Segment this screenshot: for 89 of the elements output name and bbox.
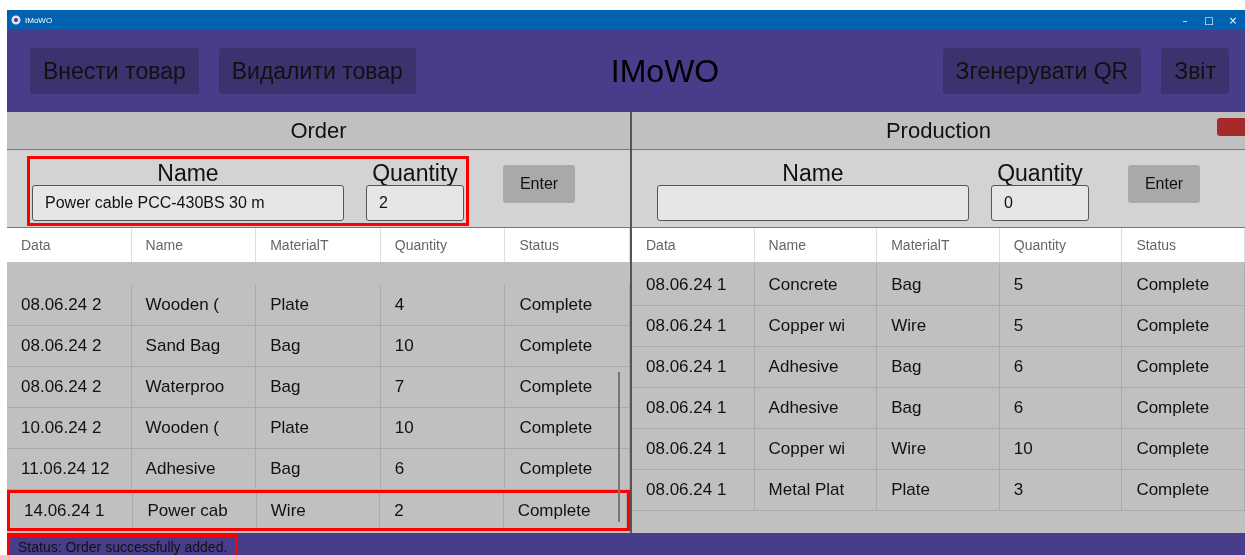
table-cell: 08.06.24 1 xyxy=(632,306,755,346)
table-cell: 08.06.24 1 xyxy=(632,347,755,387)
table-cell: Concrete xyxy=(754,265,878,305)
table-cell: 6 xyxy=(380,449,506,489)
window-control[interactable]: □ xyxy=(1197,14,1221,26)
table-cell: Complete xyxy=(1122,306,1245,346)
table-cell: Sand Bag xyxy=(131,326,257,366)
table-cell: Complete xyxy=(1122,470,1245,510)
table-cell: Copper wi xyxy=(754,429,878,469)
table-cell: Bag xyxy=(256,449,381,489)
table-row[interactable]: 08.06.24 1 Adhesive Bag 6 Complete xyxy=(632,388,1245,429)
table-row[interactable]: 08.06.24 1 Adhesive Bag 6 Complete xyxy=(632,347,1245,388)
field-label: Name xyxy=(157,160,219,185)
table-row[interactable]: 08.06.24 1 Concrete Bag 5 Complete xyxy=(632,265,1245,306)
table-cell: Bag xyxy=(877,388,1000,428)
table-cell: Complete xyxy=(505,326,630,366)
table-cell: 08.06.24 1 xyxy=(632,429,755,469)
table-cell: Bag xyxy=(877,265,1000,305)
table-cell: Adhesive xyxy=(754,347,878,387)
table-cell: 08.06.24 2 xyxy=(7,367,132,407)
table-cell: Bag xyxy=(256,367,381,407)
table-cell: 7 xyxy=(380,367,506,407)
table-cell: 08.06.24 2 xyxy=(7,285,132,325)
table-cell: 08.06.24 1 xyxy=(632,265,755,305)
table-cell: Complete xyxy=(505,285,630,325)
table-cell: Complete xyxy=(1122,347,1245,387)
table-cell: 6 xyxy=(999,388,1123,428)
table-cell: 08.06.24 1 xyxy=(632,470,755,510)
table-cell: Wire xyxy=(256,493,381,528)
panel-title: Order xyxy=(290,117,347,144)
table-cell: 10 xyxy=(380,326,506,366)
app-icon xyxy=(11,15,21,25)
table-row[interactable]: 08.06.24 1 Metal Plat Plate 3 Complete xyxy=(632,470,1245,511)
window-control[interactable]: – xyxy=(1173,14,1197,26)
table-cell: 08.06.24 2 xyxy=(7,326,132,366)
table-cell: 5 xyxy=(999,306,1123,346)
table-row[interactable]: 08.06.24 2 Waterproo Bag 7 Complete xyxy=(7,367,630,408)
table-cell: Wooden ( xyxy=(131,285,257,325)
table-row[interactable]: 14.06.24 1 Power cab Wire 2 Complete xyxy=(7,490,630,531)
table-row[interactable]: 08.06.24 2 Sand Bag Bag 10 Complete xyxy=(7,326,630,367)
panel-title: Production xyxy=(885,117,992,144)
table-cell: 08.06.24 1 xyxy=(632,388,755,428)
table-cell: 14.06.24 1 xyxy=(10,493,134,528)
table-cell: 10.06.24 2 xyxy=(7,408,132,448)
window-control[interactable]: × xyxy=(1221,14,1245,26)
table-cell: Adhesive xyxy=(131,449,257,489)
table-cell: Adhesive xyxy=(754,388,878,428)
table-cell: Copper wi xyxy=(754,306,878,346)
table-cell: Metal Plat xyxy=(754,470,878,510)
table-row[interactable]: 11.06.24 12 Adhesive Bag 6 Complete xyxy=(7,449,630,490)
window-title: IMoWO xyxy=(25,15,53,25)
field-label: Quantity xyxy=(997,160,1083,185)
table-row[interactable]: 08.06.24 1 Copper wi Wire 5 Complete xyxy=(632,306,1245,347)
table-cell: Complete xyxy=(1122,265,1245,305)
quantity-field[interactable]: 2 xyxy=(366,184,464,221)
table-cell: 5 xyxy=(999,265,1123,305)
table-cell: Bag xyxy=(877,347,1000,387)
table-cell: Plate xyxy=(256,408,381,448)
table-cell: Complete xyxy=(1122,388,1245,428)
app-title: IMoWO xyxy=(610,52,720,90)
table-row[interactable]: 08.06.24 2 Wooden ( Plate 4 Complete xyxy=(7,285,630,326)
table-cell: Plate xyxy=(256,285,381,325)
quantity-field[interactable]: 0 xyxy=(991,184,1089,221)
table-cell: Bag xyxy=(256,326,381,366)
table-cell: 10 xyxy=(999,429,1123,469)
table-cell: 6 xyxy=(999,347,1123,387)
table-row[interactable]: 10.06.24 2 Wooden ( Plate 10 Complete xyxy=(7,408,630,449)
indicator-button[interactable] xyxy=(1217,118,1245,136)
table-cell: Wire xyxy=(877,306,1000,346)
table-cell: Power cab xyxy=(133,493,257,528)
table-cell: 10 xyxy=(380,408,506,448)
table-cell: Wire xyxy=(877,429,1000,469)
table-row[interactable]: 08.06.24 1 Copper wi Wire 10 Complete xyxy=(632,429,1245,470)
table-cell: Wooden ( xyxy=(131,408,257,448)
table-cell: 11.06.24 12 xyxy=(7,449,132,489)
field-label: Quantity xyxy=(372,160,458,185)
table-cell: Waterproo xyxy=(131,367,257,407)
name-field[interactable] xyxy=(657,184,969,221)
table-cell: 4 xyxy=(380,285,506,325)
table-cell: 3 xyxy=(999,470,1123,510)
table-cell: Complete xyxy=(1122,429,1245,469)
name-field[interactable]: Power cable PCC-430BS 30 m xyxy=(32,184,344,221)
enter-button[interactable]: Enter xyxy=(1128,164,1200,203)
status-text: Status: Order successfully added. xyxy=(7,534,239,555)
table-cell: Plate xyxy=(877,470,1000,510)
field-label: Name xyxy=(782,160,844,185)
scrollbar[interactable] xyxy=(618,372,620,522)
table-cell: 2 xyxy=(380,493,504,528)
enter-button[interactable]: Enter xyxy=(503,164,575,203)
